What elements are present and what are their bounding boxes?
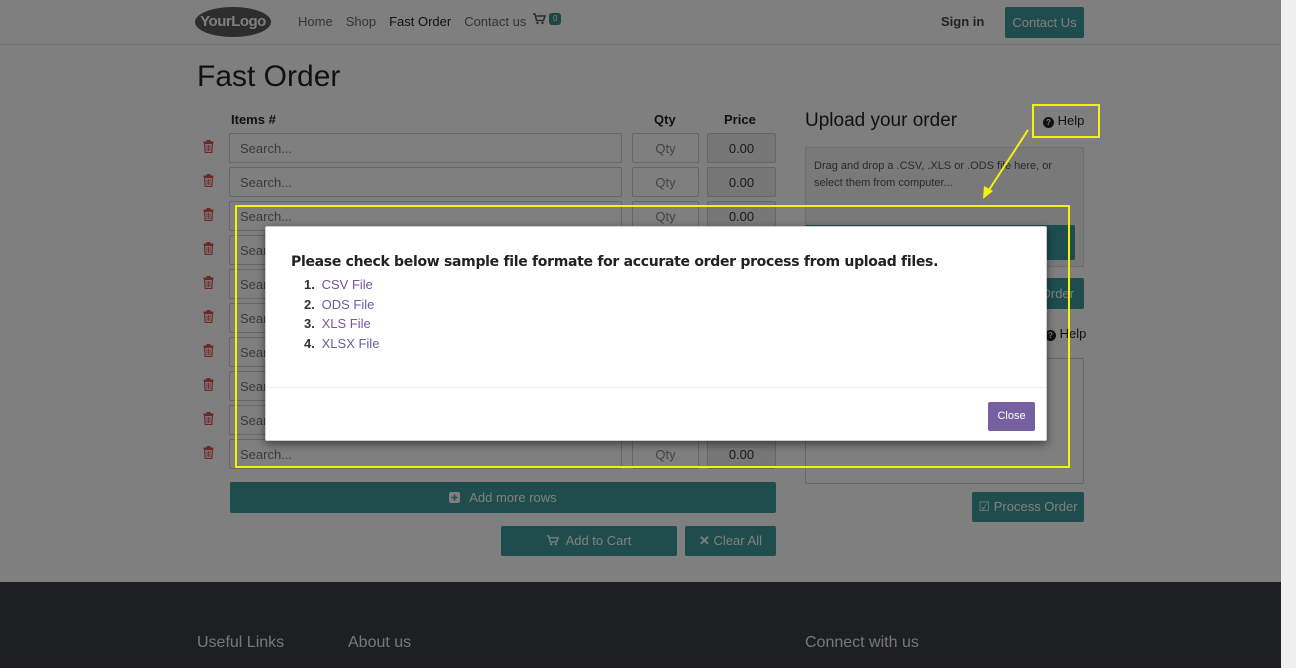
scrollbar[interactable] (1281, 0, 1296, 668)
page: YourLogo Home Shop Fast Order Contact us… (0, 0, 1281, 668)
annotation-highlight-help (1032, 104, 1100, 138)
annotation-highlight-modal (235, 205, 1070, 468)
